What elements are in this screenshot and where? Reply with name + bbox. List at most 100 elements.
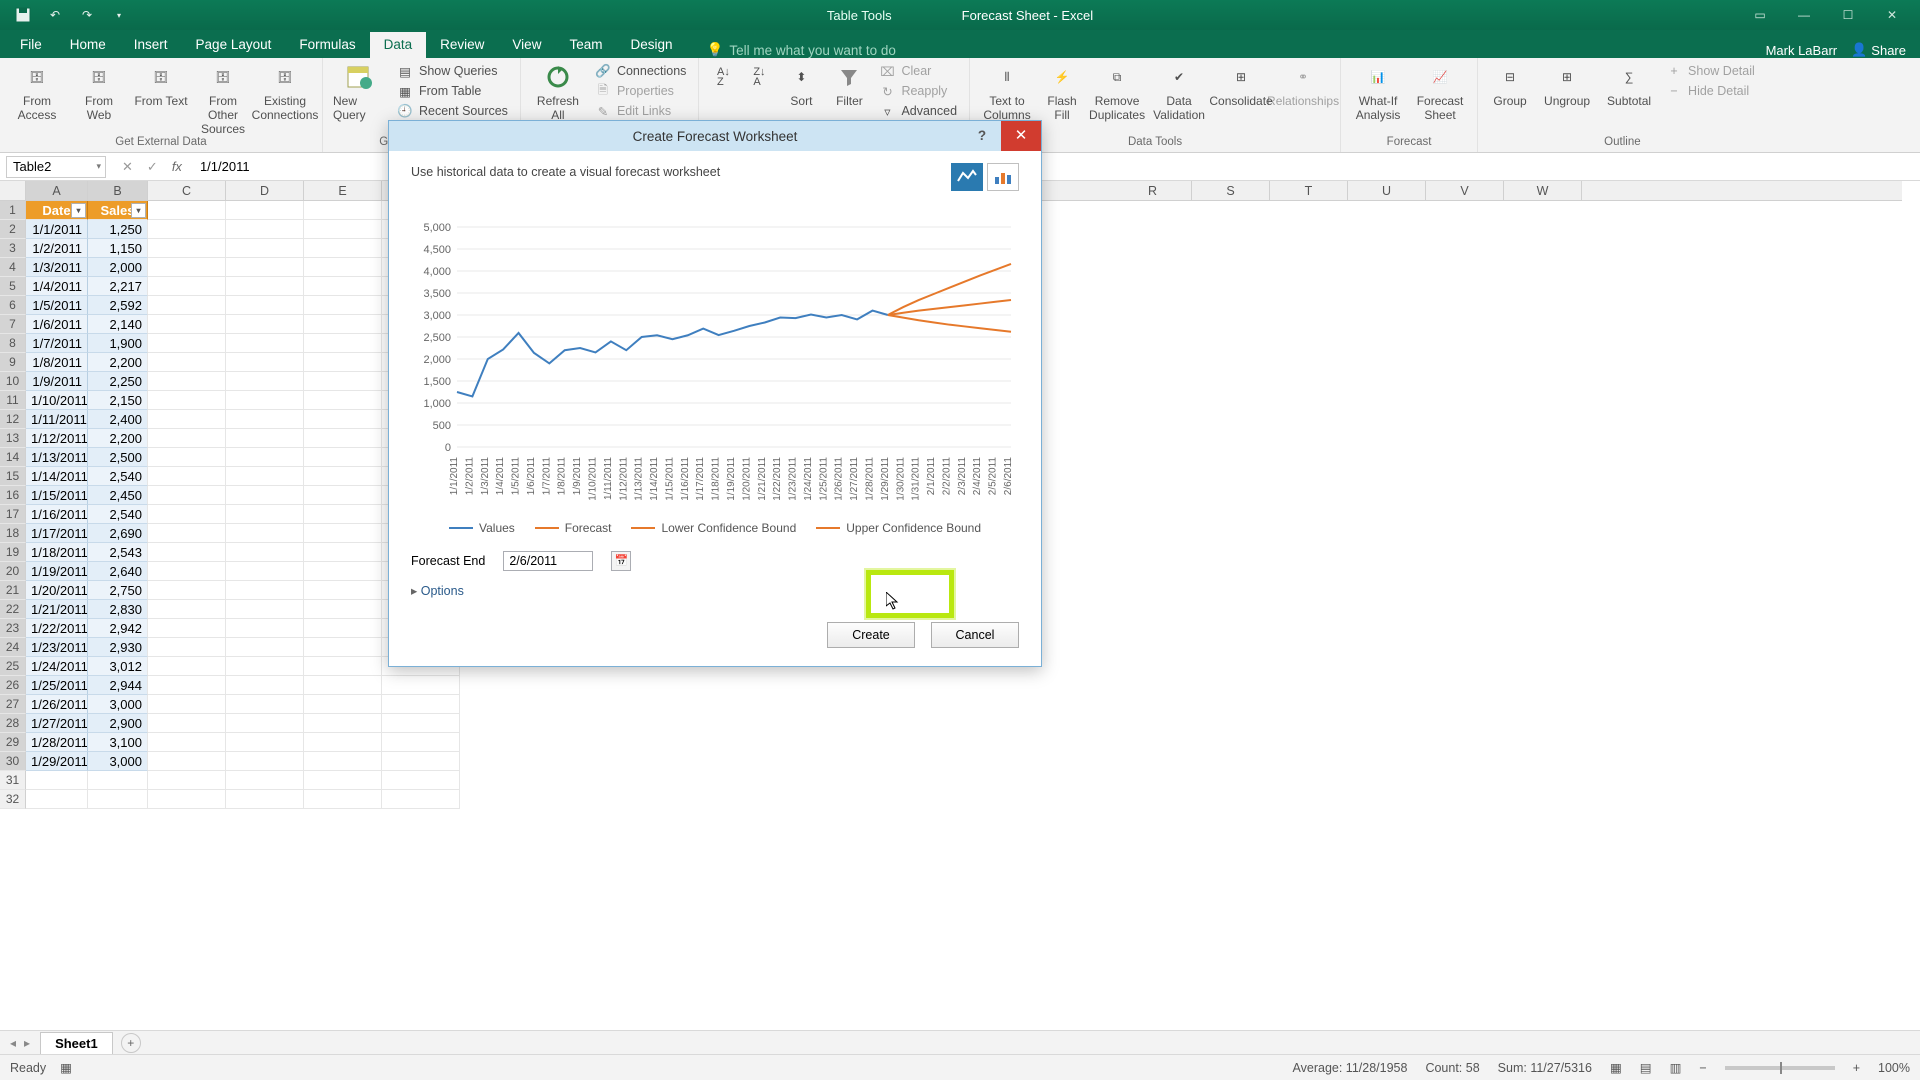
ungroup-button[interactable]: ⊞Ungroup	[1540, 62, 1594, 108]
maximize-icon[interactable]: ☐	[1838, 8, 1858, 22]
table-cell[interactable]: 2,540	[88, 505, 148, 524]
cell[interactable]	[382, 790, 460, 809]
filter-dropdown-icon[interactable]: ▾	[131, 203, 146, 218]
table-cell[interactable]: 2,200	[88, 429, 148, 448]
flash-fill-button[interactable]: ⚡Flash Fill	[1042, 62, 1082, 122]
table-cell[interactable]: 2,930	[88, 638, 148, 657]
table-cell[interactable]: 1/22/2011	[26, 619, 88, 638]
cell[interactable]	[148, 638, 226, 657]
cell[interactable]	[304, 543, 382, 562]
row-header[interactable]: 25	[0, 657, 26, 676]
table-cell[interactable]: 3,012	[88, 657, 148, 676]
cell[interactable]	[226, 277, 304, 296]
cell[interactable]	[148, 296, 226, 315]
zoom-slider[interactable]	[1725, 1066, 1835, 1070]
cell[interactable]	[382, 676, 460, 695]
cell[interactable]	[226, 201, 304, 220]
cell[interactable]	[304, 695, 382, 714]
table-cell[interactable]: 2,140	[88, 315, 148, 334]
view-layout-icon[interactable]: ▤	[1640, 1060, 1652, 1075]
cell[interactable]	[382, 695, 460, 714]
table-cell[interactable]: 1/15/2011	[26, 486, 88, 505]
tab-view[interactable]: View	[498, 32, 555, 58]
table-cell[interactable]: 1,150	[88, 239, 148, 258]
row-header[interactable]: 12	[0, 410, 26, 429]
table-cell[interactable]: 1/6/2011	[26, 315, 88, 334]
cell[interactable]	[226, 600, 304, 619]
cell[interactable]	[304, 296, 382, 315]
row-header[interactable]: 31	[0, 771, 26, 790]
sort-az-button[interactable]: A↓Z	[709, 62, 737, 92]
table-cell[interactable]: 1,250	[88, 220, 148, 239]
cancel-formula-icon[interactable]: ✕	[122, 159, 133, 175]
cell[interactable]	[382, 733, 460, 752]
table-cell[interactable]: 1/23/2011	[26, 638, 88, 657]
table-cell[interactable]: 2,400	[88, 410, 148, 429]
cell[interactable]	[304, 315, 382, 334]
cell[interactable]	[304, 486, 382, 505]
cell[interactable]	[226, 505, 304, 524]
table-cell[interactable]: 1/1/2011	[26, 220, 88, 239]
row-header[interactable]: 29	[0, 733, 26, 752]
cell[interactable]	[148, 467, 226, 486]
cell[interactable]	[148, 334, 226, 353]
cell[interactable]	[148, 448, 226, 467]
row-header[interactable]: 30	[0, 752, 26, 771]
row-header[interactable]: 23	[0, 619, 26, 638]
cell[interactable]	[148, 733, 226, 752]
cell[interactable]	[226, 524, 304, 543]
table-cell[interactable]: 2,217	[88, 277, 148, 296]
options-expander[interactable]: Options	[411, 583, 1019, 598]
row-header[interactable]: 2	[0, 220, 26, 239]
table-cell[interactable]: 2,592	[88, 296, 148, 315]
table-cell[interactable]: 2,150	[88, 391, 148, 410]
table-cell[interactable]: 1/18/2011	[26, 543, 88, 562]
tab-design[interactable]: Design	[616, 32, 686, 58]
connections-button[interactable]: 🔗Connections	[593, 62, 689, 80]
minimize-icon[interactable]: —	[1794, 8, 1814, 22]
cell[interactable]	[148, 505, 226, 524]
row-header[interactable]: 13	[0, 429, 26, 448]
from-other-sources-button[interactable]: 🗄From Other Sources	[196, 62, 250, 136]
cell[interactable]	[148, 619, 226, 638]
col-header[interactable]: D	[226, 181, 304, 200]
cell[interactable]	[304, 258, 382, 277]
cell[interactable]	[226, 752, 304, 771]
sheet-nav-next-icon[interactable]: ▸	[24, 1036, 30, 1050]
cell[interactable]	[304, 239, 382, 258]
share-button[interactable]: 👤Share	[1851, 42, 1906, 58]
table-cell[interactable]: 1/12/2011	[26, 429, 88, 448]
cell[interactable]	[226, 543, 304, 562]
date-picker-icon[interactable]: 📅	[611, 551, 631, 571]
table-cell[interactable]: 2,543	[88, 543, 148, 562]
redo-icon[interactable]: ↷	[76, 4, 98, 26]
table-cell[interactable]: 1,900	[88, 334, 148, 353]
row-header[interactable]: 8	[0, 334, 26, 353]
cell[interactable]	[304, 353, 382, 372]
row-header[interactable]: 26	[0, 676, 26, 695]
cell[interactable]	[226, 486, 304, 505]
cell[interactable]	[226, 676, 304, 695]
table-cell[interactable]: 1/17/2011	[26, 524, 88, 543]
table-cell[interactable]: 2,942	[88, 619, 148, 638]
cell[interactable]	[226, 714, 304, 733]
cell[interactable]	[304, 201, 382, 220]
forecast-sheet-button[interactable]: 📈Forecast Sheet	[1413, 62, 1467, 122]
text-to-columns-button[interactable]: ⫴Text to Columns	[980, 62, 1034, 122]
col-header[interactable]: V	[1426, 181, 1504, 200]
row-header[interactable]: 9	[0, 353, 26, 372]
row-header[interactable]: 21	[0, 581, 26, 600]
show-queries-button[interactable]: ▤Show Queries	[395, 62, 510, 80]
cell[interactable]	[148, 486, 226, 505]
cell[interactable]	[148, 220, 226, 239]
cell[interactable]	[226, 372, 304, 391]
table-cell[interactable]: 1/19/2011	[26, 562, 88, 581]
cell[interactable]	[148, 752, 226, 771]
select-all-corner[interactable]	[0, 181, 26, 201]
cell[interactable]	[304, 771, 382, 790]
table-cell[interactable]: 2,500	[88, 448, 148, 467]
table-cell[interactable]: 1/21/2011	[26, 600, 88, 619]
table-cell[interactable]: 1/11/2011	[26, 410, 88, 429]
view-normal-icon[interactable]: ▦	[1610, 1060, 1622, 1075]
tab-formulas[interactable]: Formulas	[285, 32, 369, 58]
